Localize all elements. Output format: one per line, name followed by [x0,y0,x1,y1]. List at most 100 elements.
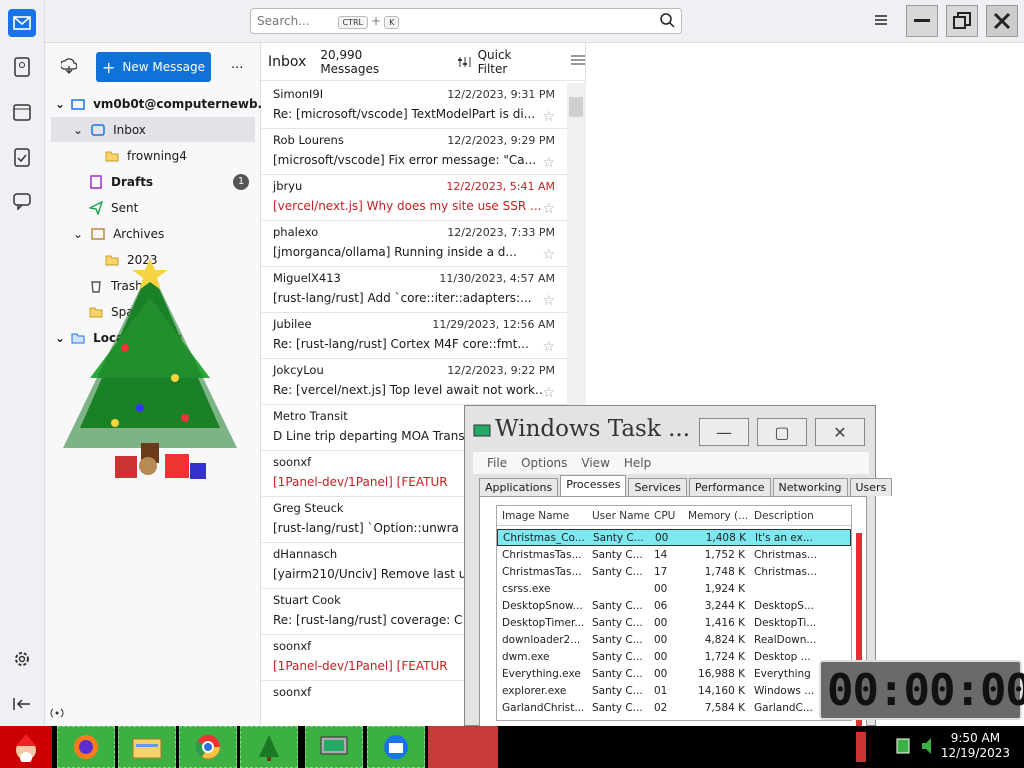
process-row[interactable]: GarlandChrist... Santy C... 02 7,584 K Garla… [497,699,851,716]
taskbar-clock[interactable]: 9:50 AM 12/19/2023 [941,731,1010,761]
quick-filter-button[interactable]: Quick Filter [458,48,543,76]
taskbar-chrome-icon[interactable] [179,726,237,768]
process-description: Christmas... [754,565,817,578]
sent-label: Sent [111,201,139,215]
process-row[interactable]: ChristmasTas... Santy C... 17 1,748 K Christ… [497,563,851,580]
process-memory: 4,824 K [704,633,745,646]
message-subject: [rust-lang/rust] Add `core::iter::adapte… [273,291,532,305]
process-row[interactable]: dwm.exe Santy C... 00 1,724 K Desktop ... [497,648,851,665]
menu-view[interactable]: View [581,456,609,470]
process-row[interactable]: Everything.exe Santy C... 00 16,988 K Everyt… [497,665,851,682]
message-row[interactable]: jbryu 12/2/2023, 5:41 AM [vercel/next.js] … [261,175,567,221]
taskbar: 9:50 AM 12/19/2023 [0,726,1024,768]
tm-minimize-button[interactable]: — [699,418,749,446]
tray-network-icon[interactable] [896,735,914,760]
tab-networking[interactable]: Networking [772,478,848,496]
process-description: It's an ex... [755,531,813,544]
col-cpu[interactable]: CPU [649,506,683,525]
message-row[interactable]: Rob Lourens 12/2/2023, 9:29 PM [microsoft/… [261,129,567,175]
folder-archives[interactable]: ⌄ Archives [73,223,164,245]
close-window-button[interactable] [986,5,1018,37]
app-menu-icon[interactable] [874,13,888,30]
get-messages-icon[interactable] [59,58,78,77]
scrollbar-thumb[interactable] [569,97,583,117]
message-row[interactable]: phalexo 12/2/2023, 7:33 PM [jmorganca/olla… [261,221,567,267]
star-icon[interactable]: ☆ [542,293,555,309]
col-memory[interactable]: Memory (... [683,506,749,525]
message-subject: [jmorganca/ollama] Running inside a d... [273,245,517,259]
tray-volume-icon[interactable] [920,735,938,760]
menu-file[interactable]: File [487,456,507,470]
folder-sent[interactable]: Sent [89,197,138,219]
start-santa-icon[interactable] [0,726,52,768]
tab-users[interactable]: Users [849,478,893,496]
process-user-name: Santy C... [592,701,643,714]
message-row[interactable]: Jubilee 11/29/2023, 12:56 AM Re: [rust-lan… [261,313,567,359]
collapse-spaces-icon[interactable] [11,693,33,715]
folder-drafts[interactable]: Drafts [89,171,153,193]
process-row[interactable]: Christmas_Co... Santy C... 00 1,408 K It's a… [497,529,851,546]
process-image-name: explorer.exe [502,684,567,697]
process-row[interactable]: ChristmasTas... Santy C... 14 1,752 K Christ… [497,546,851,563]
filter-icon [458,56,471,67]
menu-options[interactable]: Options [521,456,567,470]
folder-inbox[interactable]: ⌄ Inbox [73,119,146,141]
tab-applications[interactable]: Applications [479,478,559,496]
message-date: 12/2/2023, 7:33 PM [447,226,555,239]
star-icon[interactable]: ☆ [542,339,555,355]
process-user-name: Santy C... [593,531,644,544]
col-description[interactable]: Description [749,506,821,525]
process-description: GarlandC... [754,701,813,714]
process-row[interactable]: DesktopTimer... Santy C... 00 1,416 K Deskto… [497,614,851,631]
new-message-button[interactable]: + New Message [96,52,211,82]
tm-close-button[interactable]: ✕ [815,418,865,446]
mail-space-icon[interactable] [8,9,36,37]
star-icon[interactable]: ☆ [542,109,555,125]
message-row[interactable]: JokcyLou 12/2/2023, 9:22 PM Re: [vercel/ne… [261,359,567,405]
process-user-name: Santy C... [592,599,643,612]
settings-gear-icon[interactable] [11,648,33,670]
taskbar-explorer-icon[interactable] [118,726,176,768]
list-options-icon[interactable] [571,54,585,69]
message-list-header: Inbox 20,990 Messages Quick Filter [261,43,585,81]
chat-icon[interactable] [11,190,33,212]
star-icon[interactable]: ☆ [542,201,555,217]
process-image-name: ChristmasTas... [502,548,582,561]
tab-processes[interactable]: Processes [560,475,627,496]
menu-help[interactable]: Help [624,456,651,470]
process-row[interactable]: DesktopSnow... Santy C... 06 3,244 K Desktop… [497,597,851,614]
restore-button[interactable] [946,5,978,37]
message-row[interactable]: SimonI9I 12/2/2023, 9:31 PM Re: [microsoft… [261,83,567,129]
tab-performance[interactable]: Performance [688,478,771,496]
star-icon[interactable]: ☆ [542,247,555,263]
search-input[interactable]: Search... CTRL + K [250,8,682,34]
tasks-icon[interactable] [11,146,33,168]
col-image-name[interactable]: Image Name [497,506,587,525]
process-list-header: Image Name User Name CPU Memory (... Des… [497,506,851,526]
account-item[interactable]: ⌄ vm0b0t@computernewb... [55,93,271,115]
taskbar-task-manager-icon[interactable] [305,726,363,768]
more-options-button[interactable]: ... [231,57,243,72]
process-row[interactable]: downloader2... Santy C... 00 4,824 K RealDow… [497,631,851,648]
star-icon[interactable]: ☆ [542,385,555,401]
star-icon[interactable]: ☆ [542,155,555,171]
calendar-icon[interactable] [11,101,33,123]
minimize-button[interactable] [906,5,938,37]
process-row[interactable]: explorer.exe Santy C... 01 14,160 K Windows … [497,682,851,699]
process-row[interactable]: csrss.exe 00 1,924 K [497,580,851,597]
message-date: 11/30/2023, 4:57 AM [439,272,555,285]
taskbar-christmas-tree-icon[interactable] [240,726,298,768]
taskbar-firefox-icon[interactable] [57,726,115,768]
folder-frowning4[interactable]: frowning4 [105,145,187,167]
process-description: DesktopTi... [754,616,817,629]
process-memory: 1,924 K [704,582,745,595]
process-description: Desktop ... [754,650,811,663]
process-user-name: Santy C... [592,650,643,663]
drafts-count-badge: 1 [233,174,249,190]
col-user-name[interactable]: User Name [587,506,649,525]
taskbar-thunderbird-icon[interactable] [367,726,425,768]
message-row[interactable]: MiguelX413 11/30/2023, 4:57 AM [rust-lang/… [261,267,567,313]
address-book-icon[interactable] [11,56,33,78]
tm-maximize-button[interactable]: ▢ [757,418,807,446]
tab-services[interactable]: Services [628,478,687,496]
